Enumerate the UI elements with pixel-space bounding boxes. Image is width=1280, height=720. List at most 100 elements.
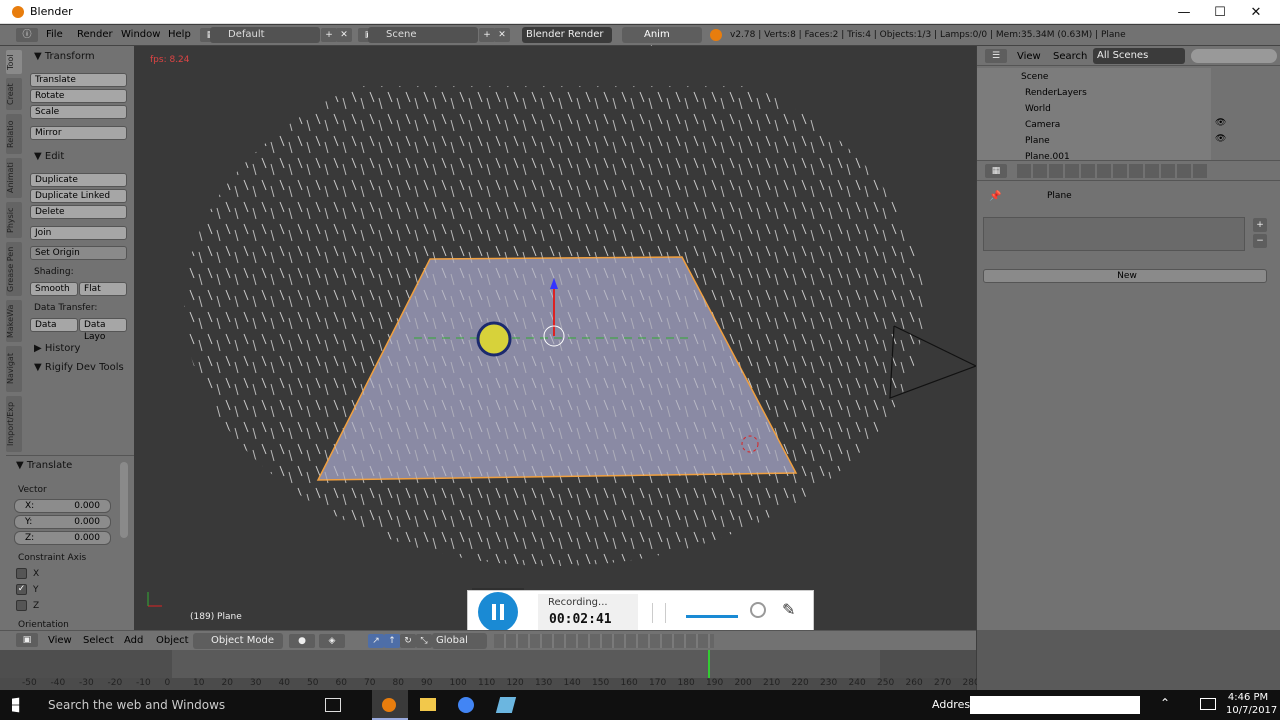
shading-select-icon[interactable]: ● xyxy=(289,634,315,648)
tab-tool[interactable]: Tool xyxy=(6,50,22,74)
constraint-x-checkbox[interactable] xyxy=(16,568,27,579)
plane-visibility-icon[interactable]: 👁 xyxy=(1215,134,1226,144)
clock-date[interactable]: 10/7/2017 xyxy=(1226,705,1277,716)
close-button[interactable]: ✕ xyxy=(1238,0,1274,24)
add-slot-icon[interactable]: + xyxy=(1253,218,1267,232)
properties-context-tabs[interactable] xyxy=(1017,164,1207,178)
tab-makewalk[interactable]: MakeWa xyxy=(6,300,22,342)
menu-render[interactable]: Render xyxy=(77,29,113,40)
duplicate-button[interactable]: Duplicate xyxy=(30,173,127,187)
set-origin-select[interactable]: Set Origin xyxy=(30,246,127,260)
task-view-icon[interactable] xyxy=(325,698,341,712)
pivot-select-icon[interactable]: ◈ xyxy=(319,634,345,648)
address-input[interactable] xyxy=(970,696,1140,714)
menu-help[interactable]: Help xyxy=(168,29,191,40)
transform-panel-header[interactable]: ▼ Transform xyxy=(34,51,95,62)
webcam-icon[interactable] xyxy=(750,602,766,618)
material-slot-list[interactable] xyxy=(983,217,1245,251)
flat-button[interactable]: Flat xyxy=(79,282,127,296)
anim-player-button[interactable]: Anim Player xyxy=(622,27,702,56)
manipulator-icon[interactable]: ↗ xyxy=(368,634,384,648)
pin-icon[interactable]: 📌 xyxy=(989,191,1001,202)
vector-y-field[interactable]: Y: 0.000 xyxy=(14,515,111,529)
menu-window[interactable]: Window xyxy=(121,29,160,40)
taskbar-search[interactable]: Search the web and Windows xyxy=(36,690,316,720)
add-scene-icon[interactable]: + xyxy=(479,28,495,42)
operator-panel-header[interactable]: ▼ Translate xyxy=(16,460,72,471)
scenes-filter-select[interactable]: All Scenes xyxy=(1093,48,1185,64)
remove-layout-icon[interactable]: ✕ xyxy=(336,28,352,42)
clock-time[interactable]: 4:46 PM xyxy=(1226,692,1270,703)
translate-button[interactable]: Translate xyxy=(30,73,127,87)
windows-start-icon[interactable] xyxy=(12,697,20,713)
mirror-button[interactable]: Mirror xyxy=(30,126,127,140)
file-explorer-icon[interactable] xyxy=(420,698,436,711)
rotate-manip-icon[interactable]: ↻ xyxy=(400,634,416,648)
properties-editor-icon[interactable]: ▦ xyxy=(985,164,1007,178)
menu-view[interactable]: View xyxy=(48,635,72,646)
chrome-icon[interactable] xyxy=(458,697,474,713)
data-layout-button[interactable]: Data Layo xyxy=(79,318,127,342)
constraint-z-checkbox[interactable] xyxy=(16,600,27,611)
data-button[interactable]: Data xyxy=(30,318,78,332)
layer-buttons[interactable] xyxy=(494,634,714,648)
outliner-editor-icon[interactable]: ☰ xyxy=(985,49,1007,63)
tab-physics[interactable]: Physic xyxy=(6,202,22,238)
menu-file[interactable]: File xyxy=(46,29,63,40)
menu-object[interactable]: Object xyxy=(156,635,189,646)
rigify-panel-header[interactable]: ▼ Rigify Dev Tools xyxy=(34,362,124,373)
maximize-button[interactable]: ☐ xyxy=(1202,0,1238,24)
scene-field[interactable]: Scene xyxy=(368,27,478,43)
delete-button[interactable]: Delete xyxy=(30,205,127,219)
outliner-renderlayers[interactable]: RenderLayers xyxy=(1025,88,1087,98)
mode-select[interactable]: Object Mode xyxy=(193,633,283,649)
layout-field[interactable]: Default xyxy=(210,27,320,43)
outliner-menu-view[interactable]: View xyxy=(1017,51,1041,62)
scale-button[interactable]: Scale xyxy=(30,105,127,119)
tab-create[interactable]: Creat xyxy=(6,78,22,110)
viewport-editor-icon[interactable]: ▣ xyxy=(16,633,38,647)
history-panel-header[interactable]: ▶ History xyxy=(34,343,80,354)
tab-import-export[interactable]: Import/Exp xyxy=(6,396,22,452)
outliner-search-input[interactable] xyxy=(1191,49,1277,63)
operator-scrollbar[interactable] xyxy=(120,462,128,538)
tab-grease-pencil[interactable]: Grease Pen xyxy=(6,242,22,296)
current-frame-marker[interactable] xyxy=(708,650,710,678)
tray-chevron-icon[interactable]: ⌃ xyxy=(1160,696,1170,710)
keyboard-icon[interactable] xyxy=(1200,698,1216,710)
scale-manip-icon[interactable]: ⤡ xyxy=(416,634,432,648)
pen-icon[interactable]: ✎ xyxy=(782,600,795,619)
new-material-button[interactable]: New xyxy=(983,269,1267,283)
constraint-y-checkbox[interactable]: ✓ xyxy=(16,584,27,595)
vector-z-field[interactable]: Z: 0.000 xyxy=(14,531,111,545)
recorder-pause-button[interactable] xyxy=(478,592,518,632)
translate-manip-icon[interactable]: ↑ xyxy=(384,634,400,648)
tab-relations[interactable]: Relatio xyxy=(6,114,22,154)
editor-type-icon[interactable]: ⓘ xyxy=(16,28,38,42)
remove-slot-icon[interactable]: − xyxy=(1253,234,1267,248)
rotate-button[interactable]: Rotate xyxy=(30,89,127,103)
smooth-button[interactable]: Smooth xyxy=(30,282,78,296)
orientation-select[interactable]: Global xyxy=(432,633,487,649)
app-icon[interactable] xyxy=(495,697,517,713)
3d-viewport[interactable] xyxy=(134,46,976,630)
menu-add[interactable]: Add xyxy=(124,635,143,646)
vector-x-field[interactable]: X: 0.000 xyxy=(14,499,111,513)
outliner-world[interactable]: World xyxy=(1025,104,1051,114)
edit-panel-header[interactable]: ▼ Edit xyxy=(34,151,64,162)
tab-animation[interactable]: Animati xyxy=(6,158,22,198)
camera-visibility-icon[interactable]: 👁 xyxy=(1215,118,1226,128)
join-button[interactable]: Join xyxy=(30,226,127,240)
add-layout-icon[interactable]: + xyxy=(321,28,337,42)
menu-select[interactable]: Select xyxy=(83,635,114,646)
duplicate-linked-button[interactable]: Duplicate Linked xyxy=(30,189,127,203)
minimize-button[interactable]: — xyxy=(1166,0,1202,24)
recorder-volume-slider[interactable] xyxy=(686,615,738,618)
outliner-scene[interactable]: Scene xyxy=(1021,72,1048,82)
outliner-camera[interactable]: Camera xyxy=(1025,120,1060,130)
outliner-menu-search[interactable]: Search xyxy=(1053,51,1087,62)
tab-navigation[interactable]: Navigat xyxy=(6,346,22,392)
outliner-plane[interactable]: Plane xyxy=(1025,136,1050,146)
remove-scene-icon[interactable]: ✕ xyxy=(494,28,510,42)
render-engine-select[interactable]: Blender Render xyxy=(522,27,612,43)
